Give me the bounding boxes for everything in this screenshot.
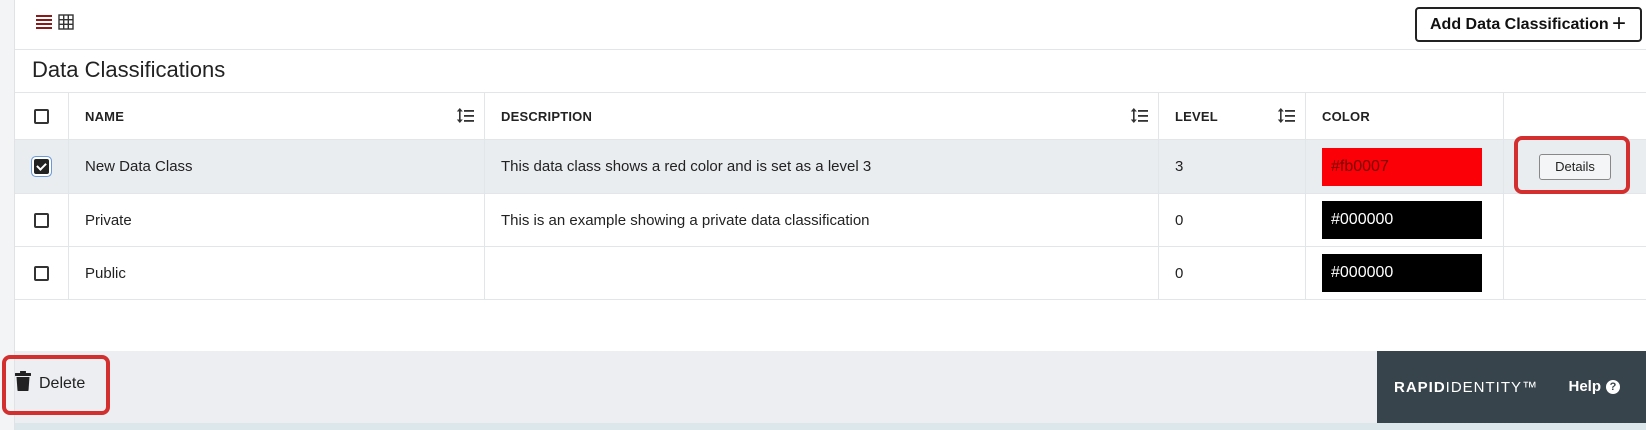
row-description: [485, 247, 1159, 299]
row-level: 0: [1159, 194, 1306, 246]
row-actions: [1504, 194, 1646, 246]
table-row[interactable]: Private This is an example showing a pri…: [15, 194, 1646, 247]
row-level: 3: [1159, 140, 1306, 193]
help-icon: ?: [1606, 379, 1620, 394]
row-select-cell: [15, 140, 69, 193]
help-link[interactable]: Help ?: [1568, 378, 1620, 395]
row-color-cell: #000000: [1306, 247, 1504, 299]
page-title: Data Classifications: [32, 57, 226, 82]
row-name: Private: [69, 194, 485, 246]
brand-logo: RAPIDIDENTITY™: [1394, 379, 1538, 396]
column-header-name[interactable]: NAME: [69, 93, 485, 139]
row-checkbox[interactable]: [34, 265, 49, 281]
sort-icon[interactable]: [456, 107, 474, 125]
row-name: New Data Class: [69, 140, 485, 193]
list-view-icon[interactable]: [36, 14, 52, 30]
column-header-description[interactable]: DESCRIPTION: [485, 93, 1159, 139]
column-header-level-label: LEVEL: [1175, 108, 1218, 124]
column-header-color: COLOR: [1306, 93, 1504, 139]
row-select-cell: [15, 247, 69, 299]
column-header-description-label: DESCRIPTION: [501, 108, 593, 124]
row-name: Public: [69, 247, 485, 299]
brand-bar: RAPIDIDENTITY™ Help ?: [1377, 351, 1646, 423]
row-checkbox[interactable]: [34, 212, 49, 228]
bottom-strip: [15, 423, 1646, 430]
add-button-label: Add Data Classification: [1430, 15, 1609, 33]
color-swatch: #fb0007: [1322, 147, 1482, 186]
details-button[interactable]: Details: [1539, 153, 1611, 180]
divider: [15, 49, 1646, 50]
view-toggle: [36, 14, 74, 30]
select-all-checkbox[interactable]: [34, 108, 49, 124]
delete-label: Delete: [39, 374, 86, 392]
color-swatch: #000000: [1322, 201, 1482, 239]
trash-icon: [15, 371, 31, 396]
plus-icon: +: [1611, 10, 1626, 37]
row-actions: [1504, 247, 1646, 299]
delete-button[interactable]: Delete: [15, 371, 85, 396]
row-description: This data class shows a red color and is…: [485, 140, 1159, 193]
sort-icon[interactable]: [1130, 107, 1148, 125]
row-level: 0: [1159, 247, 1306, 299]
table-header-row: NAME DESCRIPTION LEVEL COLOR: [15, 92, 1646, 140]
add-data-classification-button[interactable]: Add Data Classification +: [1415, 7, 1642, 42]
column-header-actions: [1504, 93, 1646, 139]
row-checkbox[interactable]: [34, 159, 49, 174]
brand-logo-bold: RAPID: [1394, 378, 1446, 396]
row-color-cell: #000000: [1306, 194, 1504, 246]
row-color-cell: #fb0007: [1306, 140, 1504, 193]
row-actions: Details: [1504, 140, 1646, 193]
column-header-level[interactable]: LEVEL: [1159, 93, 1306, 139]
brand-logo-light: IDENTITY™: [1445, 378, 1539, 396]
color-swatch: #000000: [1322, 254, 1482, 292]
table-row[interactable]: New Data Class This data class shows a r…: [15, 140, 1646, 194]
sort-icon[interactable]: [1277, 107, 1295, 125]
left-rail: [0, 0, 15, 430]
row-select-cell: [15, 194, 69, 246]
help-label: Help: [1568, 378, 1601, 395]
column-header-color-label: COLOR: [1322, 108, 1370, 124]
column-header-name-label: NAME: [85, 108, 125, 124]
select-all-cell: [15, 93, 69, 139]
grid-view-icon[interactable]: [58, 14, 74, 30]
row-description: This is an example showing a private dat…: [485, 194, 1159, 246]
table-row[interactable]: Public 0 #000000: [15, 247, 1646, 300]
